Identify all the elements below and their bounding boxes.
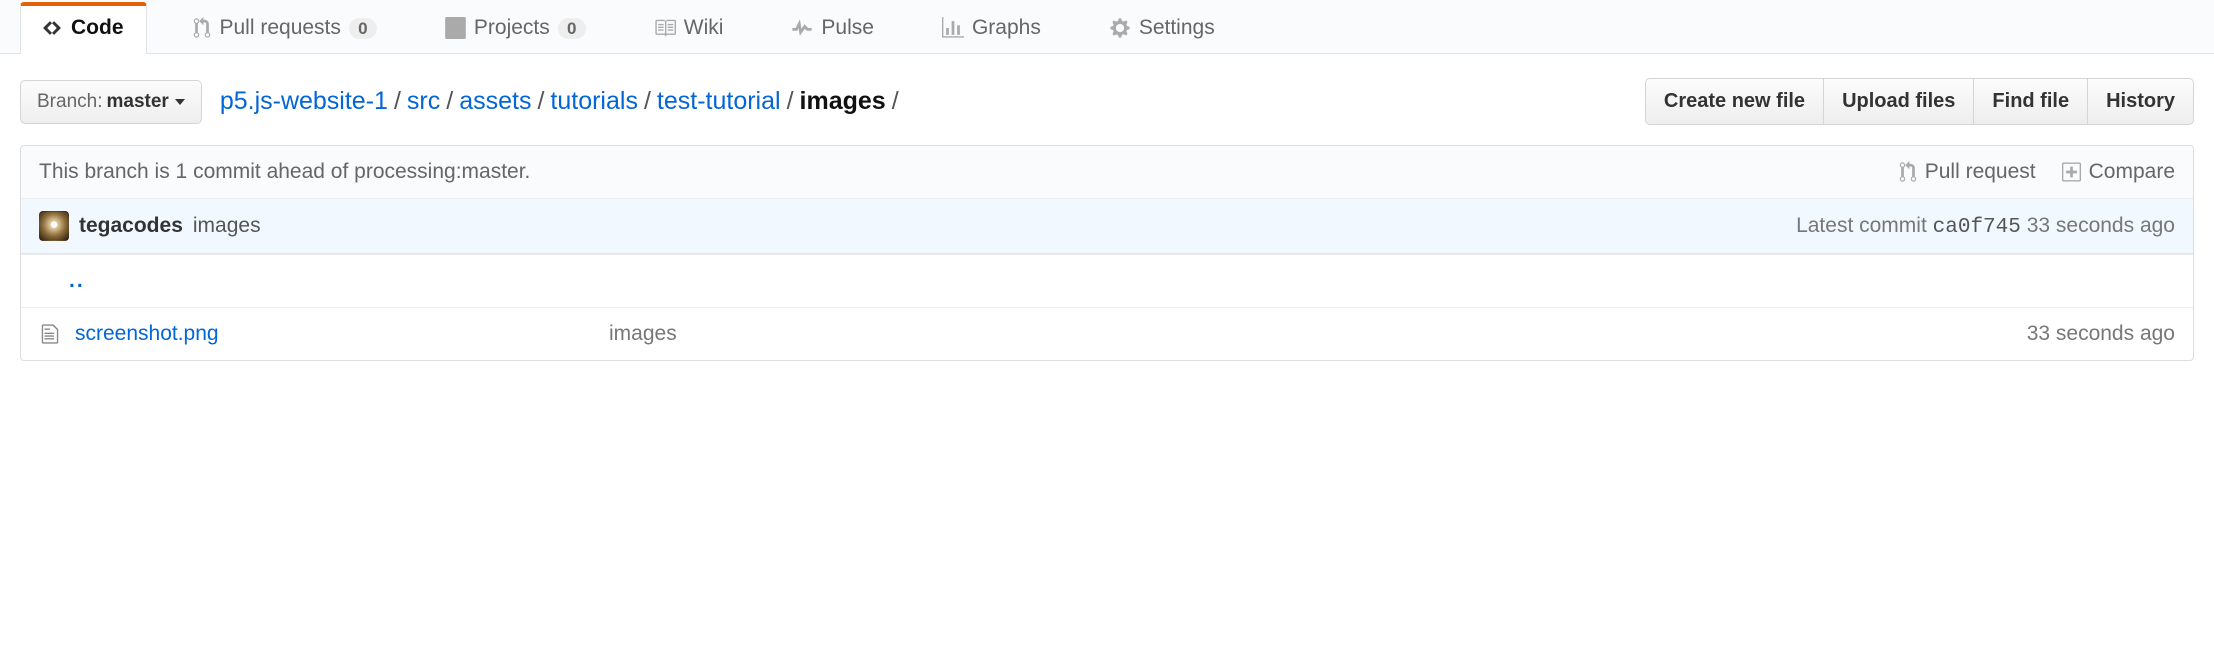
file-navigation: Branch: master p5.js-website-1 / src / a…: [0, 54, 2214, 145]
tab-code-label: Code: [71, 16, 124, 40]
upload-files-button[interactable]: Upload files: [1824, 78, 1974, 125]
parent-directory-link[interactable]: ..: [39, 269, 559, 293]
compare-link[interactable]: Compare: [2062, 160, 2175, 184]
pull-request-link-label: Pull request: [1925, 160, 2036, 184]
book-icon: [654, 17, 676, 39]
find-file-button[interactable]: Find file: [1974, 78, 2088, 125]
project-icon: [445, 17, 466, 39]
tab-wiki[interactable]: Wiki: [633, 1, 747, 54]
diff-icon: [2062, 161, 2081, 183]
commit-message[interactable]: images: [193, 214, 261, 238]
pulls-count-badge: 0: [349, 18, 377, 39]
files-container: This branch is 1 commit ahead of process…: [20, 145, 2194, 361]
breadcrumb-final: images: [800, 87, 886, 116]
gear-icon: [1109, 17, 1131, 39]
breadcrumb-part-0[interactable]: src: [407, 87, 440, 116]
breadcrumb-sep: /: [644, 87, 651, 116]
commit-sha[interactable]: ca0f745: [1933, 216, 2021, 239]
breadcrumb-root[interactable]: p5.js-website-1: [220, 87, 388, 116]
parent-directory-row[interactable]: ..: [21, 254, 2193, 307]
breadcrumb-sep: /: [892, 87, 899, 116]
commit-author[interactable]: tegacodes: [79, 214, 183, 238]
file-age: 33 seconds ago: [2027, 322, 2175, 346]
branch-info-bar: This branch is 1 commit ahead of process…: [21, 146, 2193, 199]
breadcrumb-part-2[interactable]: tutorials: [550, 87, 638, 116]
tab-pulls-label: Pull requests: [220, 16, 341, 40]
file-row: screenshot.png images 33 seconds ago: [21, 307, 2193, 360]
code-icon: [41, 17, 63, 39]
breadcrumb: p5.js-website-1 / src / assets / tutoria…: [220, 87, 1627, 116]
create-file-button[interactable]: Create new file: [1645, 78, 1824, 125]
branch-info-text: This branch is 1 commit ahead of process…: [39, 160, 530, 184]
tab-pulse-label: Pulse: [821, 16, 874, 40]
caret-down-icon: [175, 99, 185, 105]
repo-nav: Code Pull requests 0 Projects 0 Wiki Pul…: [0, 0, 2214, 54]
latest-commit-bar: tegacodes images Latest commit ca0f745 3…: [21, 199, 2193, 254]
pull-request-icon: [192, 17, 212, 39]
file-action-buttons: Create new file Upload files Find file H…: [1645, 78, 2194, 125]
commit-age: 33 seconds ago: [2027, 214, 2175, 237]
breadcrumb-part-3[interactable]: test-tutorial: [657, 87, 781, 116]
commit-meta: Latest commit ca0f745 33 seconds ago: [1796, 214, 2175, 239]
tab-settings-label: Settings: [1139, 16, 1215, 40]
branch-select-value: master: [106, 91, 168, 113]
pulse-icon: [791, 17, 813, 39]
breadcrumb-part-1[interactable]: assets: [459, 87, 531, 116]
avatar[interactable]: [39, 211, 69, 241]
commit-prefix: Latest commit: [1796, 214, 1927, 237]
compare-link-label: Compare: [2089, 160, 2175, 184]
file-icon: [39, 323, 61, 345]
file-name-link[interactable]: screenshot.png: [75, 322, 595, 346]
tab-graphs[interactable]: Graphs: [921, 1, 1064, 54]
breadcrumb-sep: /: [446, 87, 453, 116]
breadcrumb-sep: /: [394, 87, 401, 116]
tab-settings[interactable]: Settings: [1088, 1, 1238, 54]
tab-projects-label: Projects: [474, 16, 550, 40]
tab-graphs-label: Graphs: [972, 16, 1041, 40]
pull-request-icon: [1899, 161, 1917, 183]
pull-request-link[interactable]: Pull request: [1899, 160, 2036, 184]
file-commit-message[interactable]: images: [609, 322, 2013, 346]
tab-pulse[interactable]: Pulse: [770, 1, 897, 54]
tab-wiki-label: Wiki: [684, 16, 724, 40]
branch-select-label: Branch:: [37, 91, 102, 113]
breadcrumb-sep: /: [787, 87, 794, 116]
tab-projects[interactable]: Projects 0: [424, 1, 609, 54]
graph-icon: [942, 17, 964, 39]
tab-code[interactable]: Code: [20, 2, 147, 54]
tab-pull-requests[interactable]: Pull requests 0: [171, 1, 400, 54]
branch-select-button[interactable]: Branch: master: [20, 80, 202, 124]
breadcrumb-sep: /: [537, 87, 544, 116]
projects-count-badge: 0: [558, 18, 586, 39]
history-button[interactable]: History: [2088, 78, 2194, 125]
